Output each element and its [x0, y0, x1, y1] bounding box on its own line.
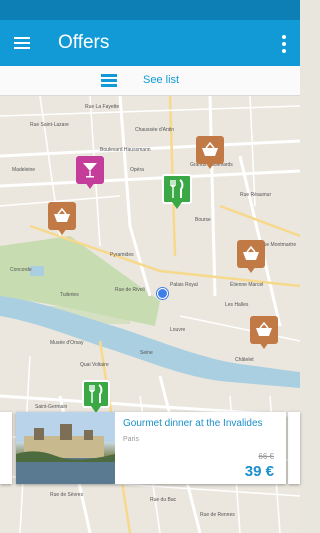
map-label: Concorde [10, 267, 32, 273]
map-label: Seine [140, 350, 153, 356]
hamburger-menu-icon[interactable] [14, 37, 30, 49]
shopping-basket-icon [202, 142, 218, 156]
offer-card[interactable]: Gourmet dinner at the Invalides Paris 66… [16, 412, 286, 484]
map-label: Quai Voltaire [80, 362, 109, 368]
offer-thumbnail [16, 412, 115, 484]
page-title: Offers [58, 32, 110, 53]
map-label: Rue de Rennes [200, 512, 235, 518]
current-location-marker [157, 288, 168, 299]
shopping-basket-icon [243, 246, 259, 260]
list-view-icon[interactable] [101, 74, 117, 88]
restaurant-pin[interactable] [162, 174, 192, 210]
map-label: Musée d'Orsay [50, 340, 84, 346]
map-label: Palais Royal [170, 282, 198, 288]
map-label: Rue du Bac [150, 497, 177, 503]
bar-pin[interactable] [76, 156, 104, 190]
offer-original-price: 66 € [258, 452, 274, 461]
map-label: Les Halles [225, 302, 249, 308]
map-label: Louvre [170, 327, 186, 333]
map-label: Rue de Rivoli [115, 287, 145, 293]
shopping-pin[interactable] [237, 240, 265, 274]
map-label: Châtelet [235, 357, 254, 363]
cocktail-glass-icon [83, 163, 97, 178]
shopping-pin[interactable] [250, 316, 278, 350]
map-label: Rue Réaumur [240, 192, 271, 198]
map-label: Pyramides [110, 252, 134, 258]
restaurant-pin[interactable] [82, 380, 110, 414]
offer-city: Paris [123, 436, 139, 443]
see-list-button[interactable]: See list [143, 74, 179, 86]
map-label: Rue de Sèvres [50, 492, 84, 498]
shopping-basket-icon [256, 322, 272, 336]
next-offer-card-edge[interactable] [288, 412, 300, 484]
map-label: Madeleine [12, 167, 35, 173]
map-label: Étienne Marcel [230, 281, 263, 288]
map-label: Tuileries [60, 292, 79, 298]
fork-knife-icon [170, 179, 184, 198]
shopping-pin[interactable] [196, 136, 224, 170]
map-label: Chaussée d'Antin [135, 127, 174, 133]
map-label: Bourse [195, 217, 211, 223]
map-label: Saint-Germain [35, 404, 67, 410]
map-label: Rue La Fayette [85, 104, 119, 110]
status-bar [0, 0, 300, 20]
offer-title: Gourmet dinner at the Invalides [123, 418, 263, 429]
map-label: Opéra [130, 167, 144, 173]
previous-offer-card-edge[interactable] [0, 412, 12, 484]
list-toggle-bar: See list [0, 66, 300, 96]
app-bar: Offers [0, 20, 300, 66]
shopping-pin[interactable] [48, 202, 76, 236]
map-label: Rue Saint-Lazare [30, 122, 69, 128]
map-label: Rue Montmartre [260, 242, 296, 248]
offer-price: 39 € [244, 463, 274, 480]
map-label: Boulevard Haussmann [100, 147, 151, 153]
overflow-dots-icon[interactable] [282, 35, 286, 53]
fork-knife-icon [89, 384, 103, 403]
shopping-basket-icon [54, 208, 70, 222]
